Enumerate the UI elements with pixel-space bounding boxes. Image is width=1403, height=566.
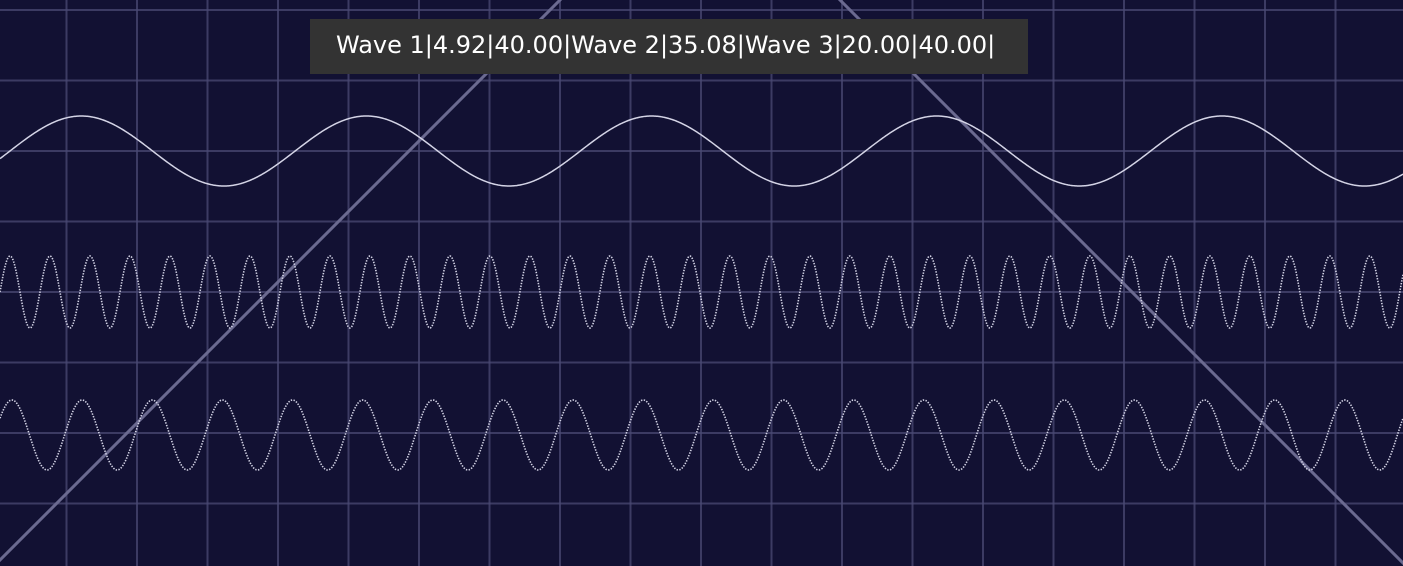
waveform-chart xyxy=(0,0,1403,566)
tooltip-text: Wave 1|4.92|40.00|Wave 2|35.08|Wave 3|20… xyxy=(336,31,996,59)
value-tooltip: Wave 1|4.92|40.00|Wave 2|35.08|Wave 3|20… xyxy=(310,19,1028,74)
